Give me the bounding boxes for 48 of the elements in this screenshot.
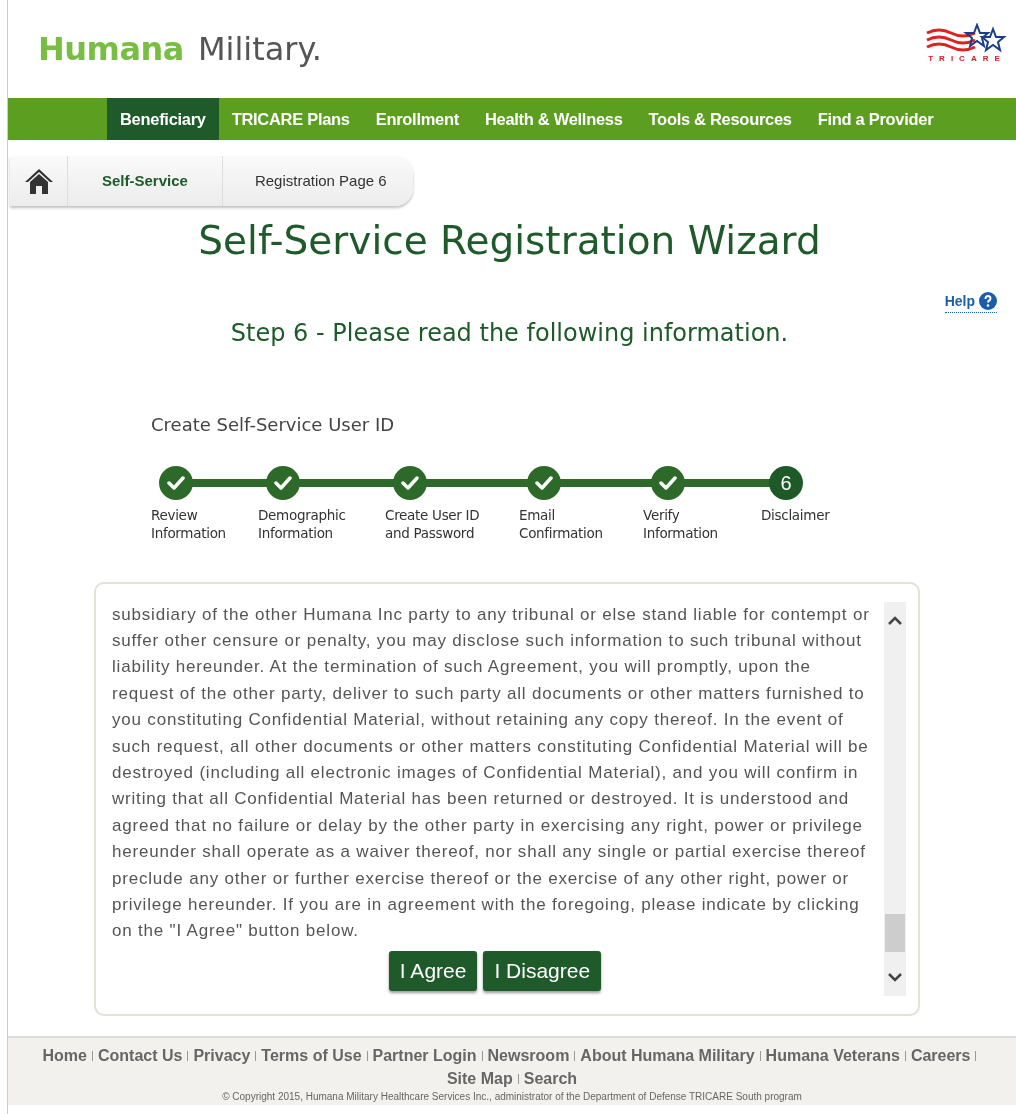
step-label: Create User ID and Password [385,505,481,542]
check-icon [401,475,419,490]
footer-link[interactable]: Newsroom [487,1046,570,1064]
nav-tab[interactable]: Health & Wellness [471,98,636,140]
footer-link[interactable]: Site Map [446,1069,513,1087]
step-label: Disclaimer [761,505,831,524]
copyright-text: © Copyright 2015, Humana Military Healthcare Services Inc., administrator of the Department of Defense TRICARE South program [221,1090,803,1103]
footer-link[interactable]: Partner Login [372,1046,477,1064]
footer-link[interactable]: Home [42,1046,87,1064]
scrollbar[interactable] [884,601,906,996]
check-icon [167,475,185,490]
footer-link[interactable]: Search [523,1069,578,1087]
check-icon [274,475,292,490]
help-icon [979,292,997,310]
footer-link[interactable]: Careers [910,1046,971,1064]
nav-tab[interactable]: Beneficiary [107,98,219,140]
brand-subtitle: Military. [197,29,322,70]
help-link[interactable]: Help [944,290,997,313]
check-icon [659,475,677,490]
disagree-button[interactable]: I Disagree [483,950,602,991]
step-label: Verify Information [643,505,719,542]
nav-tab[interactable]: Enrollment [362,98,472,140]
wizard-title: Create Self-Service User ID [151,412,396,437]
footer-link[interactable]: Contact Us [97,1046,183,1064]
scrollbar-thumb[interactable] [885,913,905,952]
logo-caption: TRICARE [928,53,1006,65]
disclaimer-text: subsidiary of the other Humana Inc party to any tribunal or else stand liable for contempt or suffer other censure or penalty, you may disclose such information to such tribunal without liability hereunder. At the termination of such Agreement, you will promptly, upon the request of the other party, deliver to such party all documents or other matters furnished to you constituting Confidential Material, without retaining any copy thereof. In the event of such request, all other documents or other matters constituting Confidential Material will be destroyed (including all electronic images of Confidential Material), and you will confirm in writing that all Confidential Material has been returned or destroyed. It is understood and agreed that no failure or delay by the other party in exercising any right, power or privilege hereunder shall operate as a waiver thereof, nor shall any single or partial exercise thereof preclude any other or further exercise thereof or the exercise of any other right, power or privilege hereunder. If you are in agreement with the foregoing, please indicate by clicking on the "I Agree" button below. [112,603,871,943]
breadcrumb-current: Registration Page 6 [253,170,387,191]
nav-tab[interactable]: Find a Provider [804,98,947,140]
nav-tab[interactable]: Tools & Resources [635,98,805,140]
step-heading: Step 6 - Please read the following information. [229,317,790,349]
home-icon [23,167,54,195]
check-icon [535,475,553,490]
breadcrumb-link[interactable]: Self-Service [68,156,223,206]
brand-name: Humana [38,29,184,70]
footer-link[interactable]: Privacy [193,1046,251,1064]
step-label: Email Confirmation [519,505,604,542]
scroll-up-icon[interactable] [888,615,902,626]
page-title: Self-Service Registration Wizard [197,217,822,265]
footer-link[interactable]: Terms of Use [261,1046,362,1064]
step-label: Demographic Information [258,505,347,542]
flag-stars-icon [925,23,1009,53]
agree-button[interactable]: I Agree [388,950,478,991]
footer-link[interactable]: Humana Veterans [765,1046,900,1064]
footer-link[interactable]: About Humana Military [580,1046,755,1064]
step-label: Review Information [151,505,227,542]
scroll-down-icon[interactable] [888,971,902,982]
nav-tab[interactable]: TRICARE Plans [218,98,363,140]
